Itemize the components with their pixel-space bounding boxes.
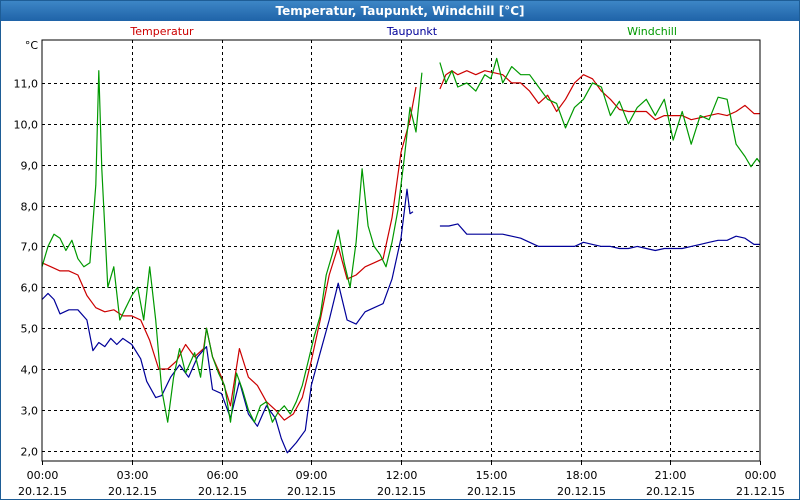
x-tick-time: 09:00 — [296, 469, 328, 482]
y-tick-label: 3,0 — [21, 405, 39, 418]
x-tick-time: 00:00 — [745, 469, 777, 482]
x-tick-date: 20.12.15 — [646, 485, 695, 498]
y-tick-label: 6,0 — [21, 282, 39, 295]
legend-temperatur: Temperatur — [129, 25, 194, 38]
chart-grid — [42, 40, 760, 461]
series-line-windchill — [439, 57, 761, 168]
x-tick-time: 21:00 — [655, 469, 687, 482]
y-tick-label: 10,0 — [14, 119, 39, 132]
x-tick-time: 15:00 — [476, 469, 508, 482]
x-tick-date: 20.12.15 — [198, 485, 247, 498]
x-tick-time: 06:00 — [207, 469, 239, 482]
x-tick-date: 20.12.15 — [557, 485, 606, 498]
x-tick-date: 20.12.15 — [377, 485, 426, 498]
x-tick-time: 00:00 — [27, 469, 59, 482]
legend-windchill: Windchill — [627, 25, 677, 38]
x-tick-date: 21.12.15 — [736, 485, 785, 498]
y-tick-label: 7,0 — [21, 241, 39, 254]
y-tick-label: 4,0 — [21, 364, 39, 377]
x-tick-date: 20.12.15 — [18, 485, 67, 498]
x-tick-time: 03:00 — [117, 469, 149, 482]
y-tick-label: 9,0 — [21, 160, 39, 173]
y-tick-label: 11,0 — [14, 78, 39, 91]
chart-lines — [41, 57, 761, 454]
chart-canvas: 2,0 3,0 4,0 5,0 6,0 7,0 8,0 9,0 10,0 11,0 °C 00:00 2… — [14, 25, 785, 498]
x-tick-time: 12:00 — [386, 469, 418, 482]
x-tick-date: 20.12.15 — [287, 485, 336, 498]
y-tick-label: 8,0 — [21, 201, 39, 214]
chart-legend: Temperatur Taupunkt Windchill — [129, 25, 677, 38]
x-tick-date: 20.12.15 — [108, 485, 157, 498]
chart-ticks: 2,0 3,0 4,0 5,0 6,0 7,0 8,0 9,0 10,0 11,0 °C 00:00 2… — [14, 39, 785, 498]
y-tick-label: 2,0 — [21, 446, 39, 459]
x-tick-time: 18:00 — [566, 469, 598, 482]
series-line-temperatur — [41, 86, 417, 421]
x-tick-date: 20.12.15 — [467, 485, 516, 498]
y-tick-label: 5,0 — [21, 323, 39, 336]
y-axis-unit: °C — [25, 39, 39, 52]
legend-taupunkt: Taupunkt — [386, 25, 438, 38]
